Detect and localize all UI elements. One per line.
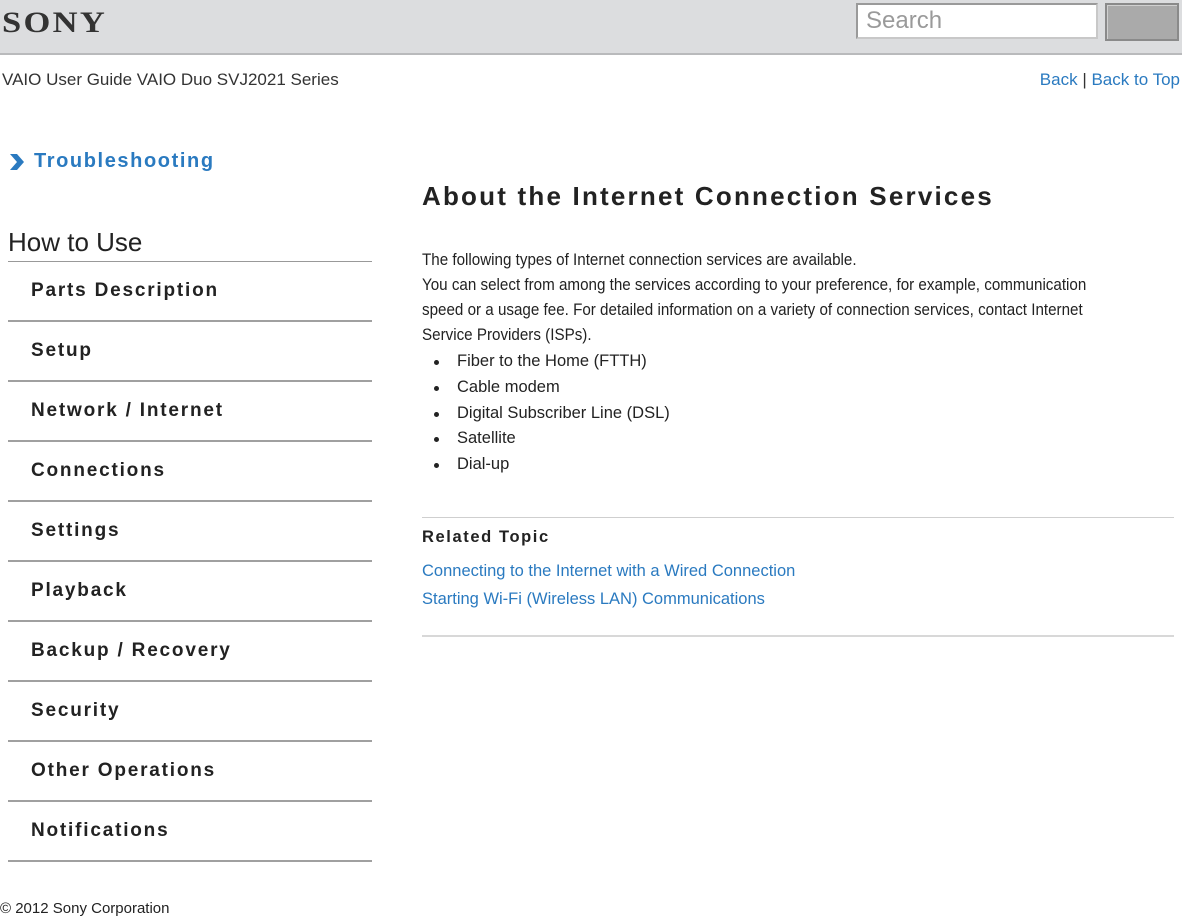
back-link[interactable]: Back: [1040, 70, 1078, 89]
sidebar-item-connections[interactable]: Connections: [8, 442, 372, 502]
search-button[interactable]: [1105, 3, 1179, 41]
sidebar-item-backup-recovery[interactable]: Backup / Recovery: [8, 622, 372, 682]
list-item: Cable modem: [432, 375, 670, 401]
intro-text: The following types of Internet connecti…: [422, 248, 1103, 348]
section-title-how-to-use: How to Use: [8, 227, 143, 257]
search-input[interactable]: [856, 3, 1098, 39]
related-topic-heading: Related Topic: [422, 528, 550, 546]
list-item: Dial-up: [432, 452, 670, 478]
intro-paragraph-1: The following types of Internet connecti…: [422, 251, 857, 269]
copyright: © 2012 Sony Corporation: [0, 900, 170, 917]
divider: [422, 517, 1174, 518]
related-link-wired-connection[interactable]: Connecting to the Internet with a Wired …: [422, 557, 795, 585]
chevron-right-icon: [10, 153, 24, 170]
sidebar-item-notifications[interactable]: Notifications: [8, 802, 372, 862]
intro-paragraph-2: You can select from among the services a…: [422, 276, 1087, 344]
list-item: Satellite: [432, 426, 670, 452]
troubleshooting-label: Troubleshooting: [34, 150, 215, 172]
page-title: About the Internet Connection Services: [422, 181, 994, 211]
top-nav-links: Back | Back to Top: [1040, 70, 1180, 90]
related-links: Connecting to the Internet with a Wired …: [422, 557, 795, 613]
sidebar-item-parts-description[interactable]: Parts Description: [8, 262, 372, 322]
sidebar-item-settings[interactable]: Settings: [8, 502, 372, 562]
sidebar-item-other-operations[interactable]: Other Operations: [8, 742, 372, 802]
sidebar-item-network-internet[interactable]: Network / Internet: [8, 382, 372, 442]
list-item: Digital Subscriber Line (DSL): [432, 401, 670, 427]
top-header-bar: SONY: [0, 0, 1182, 55]
related-link-wifi[interactable]: Starting Wi-Fi (Wireless LAN) Communicat…: [422, 585, 795, 613]
divider: [422, 635, 1174, 637]
link-separator: |: [1082, 70, 1087, 89]
back-to-top-link[interactable]: Back to Top: [1091, 70, 1180, 89]
sidebar-item-security[interactable]: Security: [8, 682, 372, 742]
troubleshooting-link[interactable]: Troubleshooting: [8, 150, 215, 173]
guide-title: VAIO User Guide VAIO Duo SVJ2021 Series: [2, 70, 339, 89]
sidebar-nav: Parts Description Setup Network / Intern…: [8, 261, 372, 862]
service-types-list: Fiber to the Home (FTTH) Cable modem Dig…: [432, 349, 670, 478]
list-item: Fiber to the Home (FTTH): [432, 349, 670, 375]
sidebar-item-setup[interactable]: Setup: [8, 322, 372, 382]
sony-logo: SONY: [2, 6, 108, 39]
sidebar-item-playback[interactable]: Playback: [8, 562, 372, 622]
